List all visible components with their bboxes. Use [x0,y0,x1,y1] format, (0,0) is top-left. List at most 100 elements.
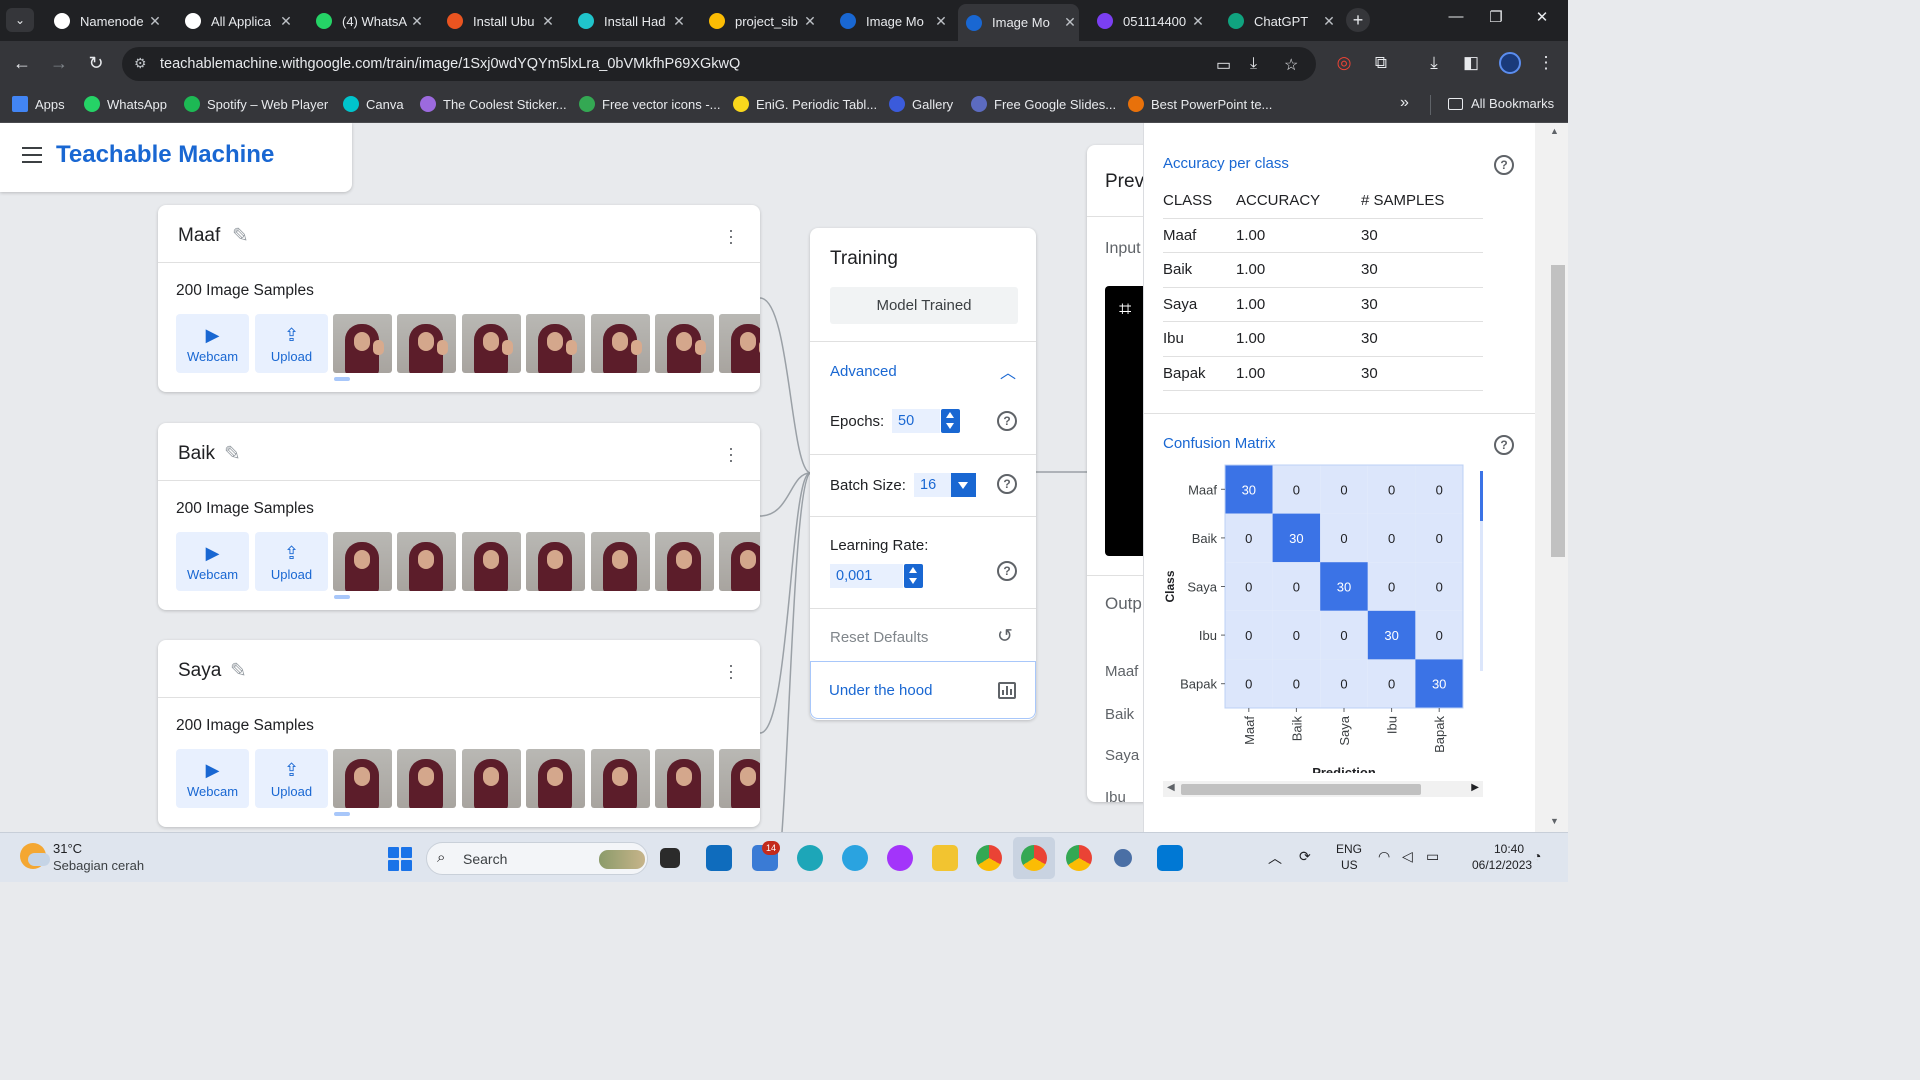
close-tab-icon[interactable]: ✕ [277,13,295,30]
volume-icon[interactable]: ◁ [1402,848,1413,865]
upload-button[interactable]: ⇪ Upload [255,749,328,808]
thumbnail-scroll-indicator[interactable] [334,812,350,816]
site-info-icon[interactable]: ⚙ [134,55,147,72]
scroll-down-icon[interactable]: ▼ [1550,816,1559,826]
sample-thumbnail[interactable] [655,532,714,591]
advanced-toggle[interactable]: Advanced [830,363,897,380]
bookmark-item[interactable]: WhatsApp [84,96,167,112]
sample-thumbnail[interactable] [333,532,392,591]
more-options-icon[interactable]: · · · [728,439,734,469]
browser-tab[interactable]: Install Ubu ✕ [439,6,557,36]
help-icon[interactable]: ? [997,561,1017,581]
sample-thumbnail[interactable] [590,749,650,808]
bookmark-item[interactable]: Apps [12,96,65,112]
browser-tab[interactable]: 051114400 ✕ [1089,6,1207,36]
wifi-icon[interactable]: ◠ [1378,848,1390,865]
chrome-menu-icon[interactable]: ⋮ [1534,53,1558,73]
edge-icon[interactable] [797,845,823,871]
sync-icon[interactable]: ⟳ [1299,848,1311,865]
sample-thumbnail[interactable] [655,314,714,373]
install-icon[interactable]: ⤓ [1250,55,1257,73]
sample-thumbnail[interactable] [397,532,457,591]
puzzle-icon[interactable]: ⧉ [1369,53,1393,73]
browser-tab[interactable]: All Applica ✕ [177,6,295,36]
bookmark-item[interactable]: Best PowerPoint te... [1128,96,1272,112]
close-tab-icon[interactable]: ✕ [1061,14,1079,31]
bookmark-item[interactable]: Canva [343,96,404,112]
more-options-icon[interactable]: · · · [728,656,734,686]
keyboard-layout[interactable]: US [1341,858,1358,872]
sample-thumbnail[interactable] [526,749,586,808]
new-tab-button[interactable]: + [1346,8,1370,32]
reload-button[interactable]: ↻ [84,53,108,74]
close-tab-icon[interactable]: ✕ [1189,13,1207,30]
webcam-button[interactable]: ▶ Webcam [176,314,249,373]
thumbnail-scroll-indicator[interactable] [334,595,350,599]
chrome-profile-icon[interactable] [1021,845,1047,871]
weather-temperature[interactable]: 31°C [53,841,82,856]
taskbar-search[interactable]: ⌕ Search [426,842,648,875]
browser-tab[interactable]: Install Had ✕ [570,6,688,36]
profile-avatar[interactable] [1499,52,1521,74]
back-button[interactable]: ← [10,53,34,74]
thumbnail-scroll-indicator[interactable] [334,377,350,381]
scrollbar-thumb[interactable] [1181,784,1421,795]
class-name[interactable]: Maaf [178,225,220,247]
sample-thumbnail[interactable] [590,314,650,373]
bookmark-item[interactable]: The Coolest Sticker... [420,96,567,112]
notification-bell-icon[interactable]: ◔ [1533,848,1541,864]
class-name[interactable]: Saya [178,660,221,682]
train-model-button[interactable]: Model Trained [830,287,1018,324]
file-explorer-icon[interactable] [932,845,958,871]
chrome-icon[interactable] [976,845,1002,871]
close-tab-icon[interactable]: ✕ [539,13,557,30]
sample-thumbnail[interactable] [461,314,521,373]
upload-button[interactable]: ⇪ Upload [255,314,328,373]
forward-button[interactable]: → [47,53,71,74]
sample-thumbnail[interactable] [397,749,457,808]
history-icon[interactable]: ↺ [997,625,1013,648]
browser-tab[interactable]: ChatGPT ✕ [1220,6,1338,36]
vscode-icon[interactable] [1157,845,1183,871]
webcam-button[interactable]: ▶ Webcam [176,749,249,808]
omnibox[interactable]: ⚙ teachablemachine.withgoogle.com/train/… [122,47,1316,81]
star-icon[interactable]: ☆ [1284,55,1298,75]
bookmark-item[interactable]: Gallery [889,96,953,112]
sample-thumbnail[interactable] [333,314,392,373]
scrollbar-thumb[interactable] [1551,265,1565,557]
scroll-right-icon[interactable]: ▶ [1471,782,1479,793]
help-icon[interactable]: ? [1494,155,1514,175]
bookmark-item[interactable]: Free vector icons -... [579,96,720,112]
learning-rate-stepper[interactable] [904,564,923,588]
sample-thumbnail[interactable] [526,314,586,373]
bookmark-item[interactable]: EniG. Periodic Tabl... [733,96,877,112]
close-tab-icon[interactable]: ✕ [801,13,819,30]
edit-pencil-icon[interactable]: ✎ [232,223,249,248]
sample-thumbnail[interactable] [333,749,392,808]
browser-tab[interactable]: Namenode ✕ [46,6,164,36]
sample-thumbnail[interactable] [719,749,760,808]
chevron-down-icon[interactable] [951,473,976,497]
battery-icon[interactable]: ▭ [1426,848,1439,865]
start-button[interactable] [388,847,412,871]
extension-icon[interactable]: ◎ [1332,53,1356,73]
minimize-button[interactable]: — [1436,8,1476,25]
side-panel-icon[interactable]: ◧ [1459,53,1483,73]
edit-pencil-icon[interactable]: ✎ [230,658,247,683]
sample-thumbnail[interactable] [719,532,760,591]
webcam-button[interactable]: ▶ Webcam [176,532,249,591]
camera-icon[interactable]: ▭ [1216,55,1231,75]
weather-description[interactable]: Sebagian cerah [53,858,144,873]
clock-time[interactable]: 10:40 [1494,842,1524,856]
edit-pencil-icon[interactable]: ✎ [224,441,241,466]
under-the-hood-button[interactable]: Under the hood [810,661,1036,719]
sample-thumbnail[interactable] [655,749,714,808]
menu-icon[interactable] [22,147,42,168]
sample-thumbnail[interactable] [526,532,586,591]
more-options-icon[interactable]: · · · [728,221,734,251]
learning-rate-input[interactable]: 0,001 [830,564,903,588]
tab-search-button[interactable]: ⌄ [6,8,34,32]
maximize-button[interactable]: ❐ [1476,8,1516,26]
task-view-icon[interactable] [660,848,680,868]
telegram-icon[interactable] [842,845,868,871]
